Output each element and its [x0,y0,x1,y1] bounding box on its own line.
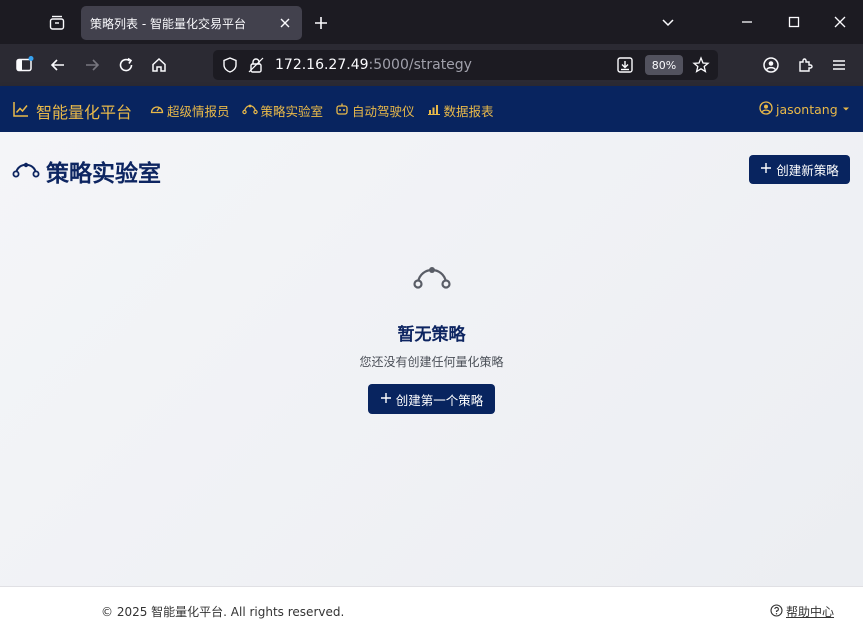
create-strategy-label: 创建新策略 [776,163,839,178]
bookmark-star-icon[interactable] [692,56,710,78]
url-path: :5000/strategy [368,57,472,73]
address-bar[interactable]: 172.16.27.49:5000/strategy 80% [213,50,718,80]
empty-state-description: 您还没有创建任何量化策略 [359,355,504,369]
robot-icon [335,102,349,119]
nav-item-intelligence[interactable]: 超级情报员 [150,101,230,120]
gauge-icon [150,102,164,119]
page-title: 策略实验室 [46,161,161,187]
tab-title: 策略列表 - 智能量化交易平台 [90,16,246,31]
menu-hamburger-icon[interactable] [827,53,851,77]
site-footer: © 2025 智能量化平台. All rights reserved. 帮助中心 [0,586,863,633]
bezier-icon [12,158,40,184]
sidebar-toggle-icon[interactable] [12,53,36,77]
new-tab-plus-icon[interactable] [310,12,332,34]
empty-state-title: 暂无策略 [397,325,466,345]
nav-item-label: 策略实验室 [260,104,324,119]
nav-item-autopilot[interactable]: 自动驾驶仪 [335,101,415,120]
bezier-icon [241,102,258,119]
back-arrow-icon[interactable] [46,53,70,77]
tab-list-chevron-icon[interactable] [656,10,680,34]
nav-item-label: 数据报表 [443,104,494,119]
bar-chart-icon [427,102,441,119]
copyright-text: © 2025 智能量化平台. All rights reserved. [101,605,345,619]
tab-overview-icon[interactable] [44,10,70,36]
page-header: 策略实验室 [12,154,161,188]
close-tab-icon[interactable] [276,14,294,32]
home-icon[interactable] [147,53,171,77]
caret-down-icon [841,102,851,117]
nav-item-label: 自动驾驶仪 [352,104,415,119]
plus-icon [380,392,392,407]
create-first-strategy-button[interactable]: 创建第一个策略 [368,384,495,414]
username: jasontang [776,102,838,117]
minimize-icon[interactable] [735,10,759,34]
extensions-icon[interactable] [793,53,817,77]
plus-icon [760,162,772,177]
empty-state: 暂无策略 您还没有创建任何量化策略 创建第一个策略 [0,262,863,414]
main-content: 策略实验室 创建新策略 暂无策略 您还没有创建任何量化策略 创建第一个策略 [0,132,863,586]
create-first-strategy-label: 创建第一个策略 [395,392,484,408]
browser-tab-active[interactable]: 策略列表 - 智能量化交易平台 [81,6,302,40]
help-center-label: 帮助中心 [786,605,835,619]
nav-item-strategy-lab[interactable]: 策略实验室 [241,101,324,120]
forward-arrow-icon[interactable] [80,53,104,77]
reload-icon[interactable] [114,53,138,77]
zoom-level-badge[interactable]: 80% [645,55,683,75]
brand-name: 智能量化平台 [36,103,133,122]
nav-item-label: 超级情报员 [167,104,230,119]
url-host: 172.16.27.49 [275,57,369,73]
close-window-icon[interactable] [828,10,852,34]
browser-toolbar: 172.16.27.49:5000/strategy 80% [0,44,863,86]
shield-icon[interactable] [221,56,239,78]
brand-link[interactable]: 智能量化平台 [12,99,132,123]
account-icon[interactable] [759,53,783,77]
main-nav: 超级情报员 策略实验室 自动驾驶仪 数据报表 [150,101,494,120]
maximize-icon[interactable] [782,10,806,34]
line-chart-icon [12,100,30,122]
lock-icon[interactable] [247,56,265,78]
nav-item-data-reports[interactable]: 数据报表 [427,101,494,120]
download-icon[interactable] [615,55,635,79]
help-center-link[interactable]: 帮助中心 [770,603,834,620]
create-strategy-button[interactable]: 创建新策略 [749,155,850,184]
user-dropdown[interactable]: jasontang [759,101,851,118]
browser-tab-bar: 策略列表 - 智能量化交易平台 [0,0,863,44]
bezier-icon [412,262,452,296]
user-circle-icon [759,101,773,118]
site-navbar: 智能量化平台 超级情报员 策略实验室 自动驾驶仪 数据报表 jasontang [0,86,863,132]
question-circle-icon [770,603,783,620]
url-text[interactable]: 172.16.27.49:5000/strategy [275,57,472,73]
